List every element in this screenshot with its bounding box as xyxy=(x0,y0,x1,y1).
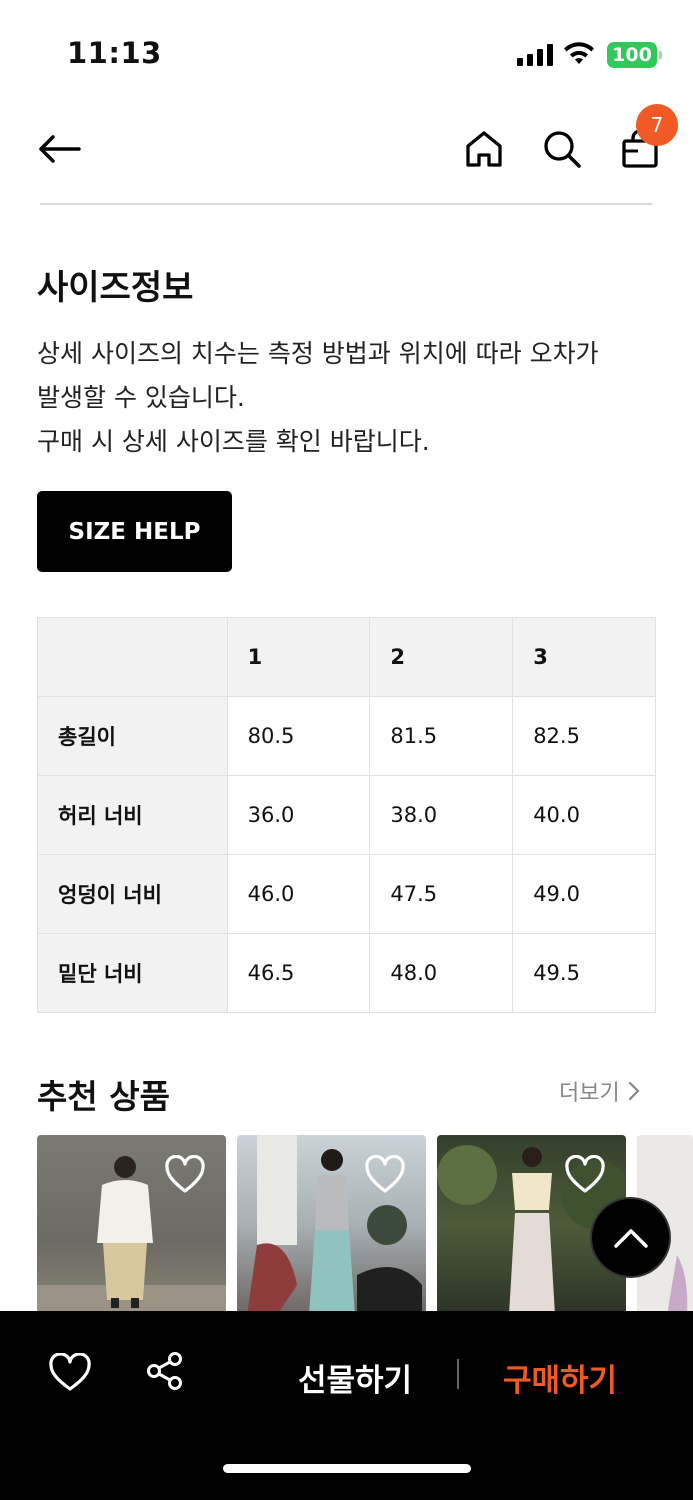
status-bar: 11:13 100 xyxy=(0,0,693,100)
table-cell: 38.0 xyxy=(369,775,514,855)
table-cell: 82.5 xyxy=(512,696,656,776)
table-row: 밑단 너비 46.5 48.0 49.5 xyxy=(37,933,656,1013)
see-more-label: 더보기 xyxy=(559,1081,620,1106)
table-cell: 48.0 xyxy=(369,933,514,1013)
table-row: 엉덩이 너비 46.0 47.5 49.0 xyxy=(37,854,656,934)
table-cell: 47.5 xyxy=(369,854,514,934)
battery-indicator: 100 xyxy=(607,42,662,68)
home-button[interactable] xyxy=(461,126,507,172)
top-navigation xyxy=(0,110,693,190)
row-label: 총길이 xyxy=(37,696,228,776)
column-header: 3 xyxy=(512,617,656,697)
search-button[interactable] xyxy=(539,126,585,172)
size-notice-line: 상세 사이즈의 치수는 측정 방법과 위치에 따라 오차가 xyxy=(37,339,599,368)
home-icon xyxy=(466,131,502,167)
row-label: 허리 너비 xyxy=(37,775,228,855)
table-cell: 49.0 xyxy=(512,854,656,934)
cellular-signal-icon xyxy=(517,44,553,66)
table-cell: 81.5 xyxy=(369,696,514,776)
table-cell: 40.0 xyxy=(512,775,656,855)
buy-button[interactable]: 구매하기 xyxy=(503,1355,617,1400)
back-arrow-icon xyxy=(39,135,81,163)
cart-count-badge: 7 xyxy=(636,104,678,146)
size-notice-line: 발생할 수 있습니다. xyxy=(37,383,245,412)
table-cell: 80.5 xyxy=(226,696,371,776)
size-info-title: 사이즈정보 xyxy=(37,268,194,308)
size-help-button[interactable]: SIZE HELP xyxy=(37,491,232,572)
header-divider xyxy=(40,203,652,205)
scroll-to-top-button[interactable] xyxy=(590,1197,671,1278)
heart-icon[interactable] xyxy=(364,1155,406,1195)
chevron-right-icon xyxy=(628,1081,640,1101)
heart-icon[interactable] xyxy=(564,1155,606,1195)
wifi-icon xyxy=(564,42,594,64)
heart-icon[interactable] xyxy=(164,1155,206,1195)
product-card[interactable] xyxy=(237,1135,426,1315)
size-notice-line: 구매 시 상세 사이즈를 확인 바랍니다. xyxy=(37,427,430,456)
table-cell: 46.0 xyxy=(226,854,371,934)
recommended-title: 추천 상품 xyxy=(37,1077,170,1116)
column-header: 2 xyxy=(369,617,514,697)
row-label: 밑단 너비 xyxy=(37,933,228,1013)
table-cell: 36.0 xyxy=(226,775,371,855)
button-separator xyxy=(457,1359,459,1389)
search-icon xyxy=(544,131,581,168)
row-label: 엉덩이 너비 xyxy=(37,854,228,934)
table-row: 총길이 80.5 81.5 82.5 xyxy=(37,696,656,776)
table-corner-cell xyxy=(37,617,228,697)
size-table: 1 2 3 총길이 80.5 81.5 82.5 허리 너비 36.0 38.0… xyxy=(37,617,656,1013)
column-header: 1 xyxy=(226,617,371,697)
gift-button[interactable]: 선물하기 xyxy=(298,1355,412,1400)
table-row: 허리 너비 36.0 38.0 40.0 xyxy=(37,775,656,855)
back-button[interactable] xyxy=(36,126,82,172)
status-time: 11:13 xyxy=(67,36,162,70)
size-notice: 상세 사이즈의 치수는 측정 방법과 위치에 따라 오차가 발생할 수 있습니다… xyxy=(37,332,667,464)
table-cell: 49.5 xyxy=(512,933,656,1013)
share-icon[interactable] xyxy=(145,1351,185,1391)
see-more-link[interactable]: 더보기 xyxy=(559,1075,640,1107)
heart-icon[interactable] xyxy=(48,1353,92,1393)
table-cell: 46.5 xyxy=(226,933,371,1013)
size-table-header: 1 2 3 xyxy=(37,617,656,697)
chevron-up-icon xyxy=(613,1228,648,1248)
bottom-action-bar: 선물하기 구매하기 xyxy=(0,1311,693,1500)
product-card[interactable] xyxy=(37,1135,226,1315)
home-indicator xyxy=(223,1464,471,1473)
